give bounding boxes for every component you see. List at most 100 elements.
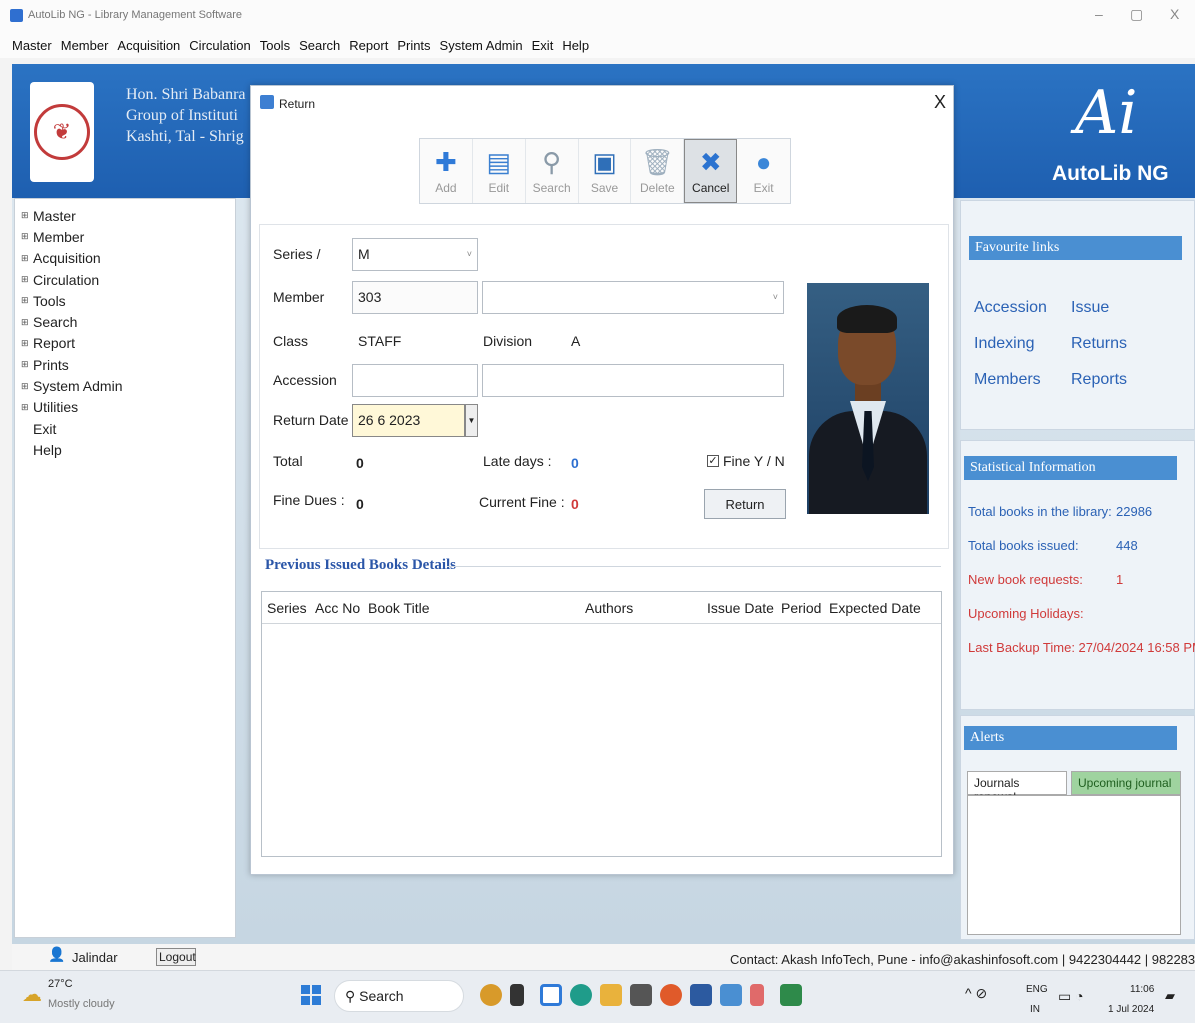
- expand-icon[interactable]: ⊞: [21, 317, 33, 328]
- delete-button[interactable]: 🗑 Delete: [631, 139, 685, 203]
- tab-journals-renewal[interactable]: Journals renewal: [967, 771, 1067, 804]
- widgets-icon[interactable]: [480, 984, 502, 1006]
- sidebar-item-system-admin[interactable]: ⊞ System Admin: [21, 375, 235, 396]
- column-header-book-title[interactable]: Book Title: [368, 600, 429, 616]
- language-indicator[interactable]: ENG: [1026, 984, 1048, 995]
- menu-tools[interactable]: Tools: [260, 38, 290, 53]
- column-header-expected-date[interactable]: Expected Date: [829, 600, 921, 616]
- sidebar-item-prints[interactable]: ⊞ Prints: [21, 354, 235, 375]
- search-button[interactable]: ⚲ Search: [526, 139, 579, 203]
- weather-condition[interactable]: Mostly cloudy: [48, 998, 115, 1010]
- weather-temperature[interactable]: 27°C: [48, 978, 73, 990]
- start-button-icon[interactable]: [301, 985, 321, 1005]
- stat-last-backup: Last Backup Time: 27/04/2024 16:58 PM: [968, 640, 1195, 655]
- menu-prints[interactable]: Prints: [397, 38, 430, 53]
- menu-help[interactable]: Help: [562, 38, 589, 53]
- dialog-close-button[interactable]: X: [934, 92, 946, 113]
- column-header-acc-no[interactable]: Acc No: [315, 600, 360, 616]
- sidebar-tree: ⊞ Master ⊞ Member ⊞ Acquisition ⊞ Circulatio…: [14, 198, 236, 938]
- expand-icon[interactable]: ⊞: [21, 359, 33, 370]
- menu-master[interactable]: Master: [12, 38, 52, 53]
- menu-bar: Master Member Acquisition Circulation To…: [0, 32, 1195, 58]
- sidebar-item-exit[interactable]: Exit: [21, 418, 235, 439]
- expand-icon[interactable]: ⊞: [21, 210, 33, 221]
- task-view-icon[interactable]: [510, 984, 524, 1006]
- column-header-period[interactable]: Period: [781, 600, 821, 616]
- member-id-field[interactable]: 303: [352, 281, 478, 314]
- system-tray[interactable]: ^ ⊘: [965, 985, 987, 1002]
- current-fine-label: Current Fine :: [479, 494, 565, 510]
- fav-link-issue[interactable]: Issue: [1071, 299, 1109, 317]
- outlook-icon[interactable]: [690, 984, 712, 1006]
- grid-header: Series Acc No Book Title Authors Issue D…: [262, 592, 941, 624]
- minimize-button[interactable]: –: [1095, 6, 1103, 22]
- fav-link-indexing[interactable]: Indexing: [974, 335, 1035, 353]
- weather-cloud-icon[interactable]: ☁: [22, 982, 42, 1007]
- column-header-series[interactable]: Series: [267, 600, 307, 616]
- file-icon[interactable]: [540, 984, 562, 1006]
- series-select[interactable]: M ˅: [352, 238, 478, 271]
- menu-member[interactable]: Member: [61, 38, 109, 53]
- clock-date[interactable]: 1 Jul 2024: [1108, 1004, 1154, 1015]
- menu-report[interactable]: Report: [349, 38, 388, 53]
- sidebar-item-help[interactable]: Help: [21, 439, 235, 460]
- exit-button[interactable]: ● Exit: [737, 139, 790, 203]
- sidebar-item-master[interactable]: ⊞ Master: [21, 205, 235, 226]
- edge-browser-icon[interactable]: [570, 984, 592, 1006]
- region-indicator[interactable]: IN: [1030, 1004, 1040, 1015]
- member-name-select[interactable]: ˅: [482, 281, 784, 314]
- menu-search[interactable]: Search: [299, 38, 340, 53]
- accession-title-field[interactable]: [482, 364, 784, 397]
- edit-button[interactable]: ▤ Edit: [473, 139, 526, 203]
- sidebar-item-report[interactable]: ⊞ Report: [21, 333, 235, 354]
- sidebar-item-tools[interactable]: ⊞ Tools: [21, 290, 235, 311]
- logout-button[interactable]: Logout: [156, 948, 196, 966]
- excel-icon[interactable]: [780, 984, 802, 1006]
- menu-circulation[interactable]: Circulation: [189, 38, 250, 53]
- taskbar-search[interactable]: ⚲ Search: [334, 980, 464, 1012]
- expand-icon[interactable]: ⊞: [21, 231, 33, 242]
- calendar-dropdown-icon[interactable]: ▼: [465, 404, 478, 437]
- file-explorer-icon[interactable]: [600, 984, 622, 1006]
- cancel-button[interactable]: ✖ Cancel: [684, 139, 738, 203]
- favourite-links-panel: Favourite links Accession Issue Indexing…: [960, 200, 1195, 430]
- maximize-button[interactable]: ▢: [1130, 6, 1143, 23]
- column-header-issue-date[interactable]: Issue Date: [707, 600, 774, 616]
- expand-icon[interactable]: ⊞: [21, 274, 33, 285]
- clock-time[interactable]: 11:06: [1130, 984, 1154, 995]
- menu-exit[interactable]: Exit: [532, 38, 554, 53]
- class-label: Class: [273, 333, 309, 349]
- previous-issued-grid[interactable]: Series Acc No Book Title Authors Issue D…: [261, 591, 942, 857]
- app-icon-red[interactable]: [750, 984, 764, 1006]
- sidebar-item-search[interactable]: ⊞ Search: [21, 311, 235, 332]
- expand-icon[interactable]: ⊞: [21, 381, 33, 392]
- expand-icon[interactable]: ⊞: [21, 402, 33, 413]
- menu-acquisition[interactable]: Acquisition: [117, 38, 180, 53]
- sidebar-item-acquisition[interactable]: ⊞ Acquisition: [21, 248, 235, 269]
- save-button[interactable]: ▣ Save: [579, 139, 632, 203]
- chrome-icon[interactable]: [660, 984, 682, 1006]
- menu-system-admin[interactable]: System Admin: [440, 38, 523, 53]
- sidebar-item-utilities[interactable]: ⊞ Utilities: [21, 397, 235, 418]
- store-icon[interactable]: [630, 984, 652, 1006]
- tab-upcoming-journal[interactable]: Upcoming journal: [1071, 771, 1181, 795]
- fav-link-reports[interactable]: Reports: [1071, 371, 1127, 389]
- fav-link-accession[interactable]: Accession: [974, 299, 1047, 317]
- notification-icon[interactable]: ▰: [1165, 988, 1175, 1004]
- sidebar-item-member[interactable]: ⊞ Member: [21, 226, 235, 247]
- add-button[interactable]: ✚ Add: [420, 139, 473, 203]
- sidebar-item-circulation[interactable]: ⊞ Circulation: [21, 269, 235, 290]
- close-window-button[interactable]: X: [1170, 6, 1179, 22]
- fine-checkbox[interactable]: ✓: [707, 455, 719, 467]
- expand-icon[interactable]: ⊞: [21, 338, 33, 349]
- column-header-authors[interactable]: Authors: [585, 600, 633, 616]
- network-volume-icon[interactable]: ▭ ◔: [1058, 988, 1084, 1005]
- return-date-field[interactable]: 26 6 2023: [352, 404, 465, 437]
- accession-field[interactable]: [352, 364, 478, 397]
- autolib-taskbar-icon[interactable]: [720, 984, 742, 1006]
- return-button[interactable]: Return: [704, 489, 786, 519]
- expand-icon[interactable]: ⊞: [21, 295, 33, 306]
- fav-link-members[interactable]: Members: [974, 371, 1041, 389]
- expand-icon[interactable]: ⊞: [21, 253, 33, 264]
- fav-link-returns[interactable]: Returns: [1071, 335, 1127, 353]
